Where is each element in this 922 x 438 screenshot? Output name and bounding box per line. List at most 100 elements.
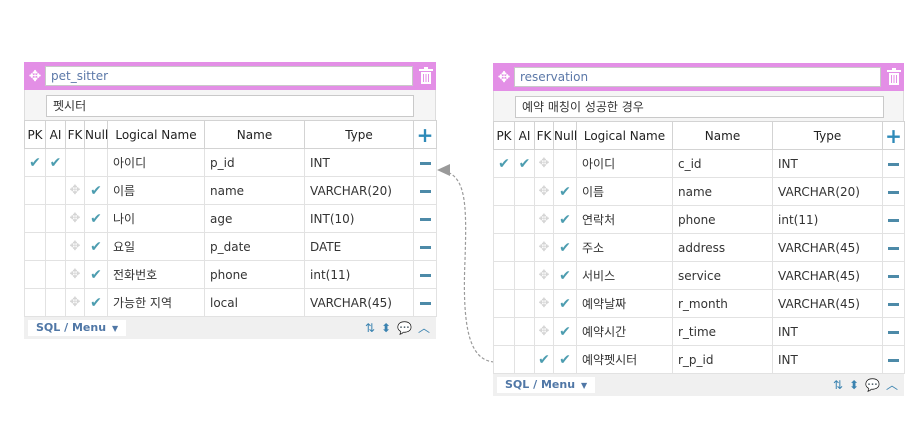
column-name-cell[interactable]: service [672,261,773,290]
minus-icon[interactable] [888,274,899,278]
type-cell[interactable]: DATE [304,232,414,261]
fk-cell[interactable]: ✥ [534,149,554,178]
table-row[interactable]: ✥ ✔ 이름 name VARCHAR(20) [24,176,437,205]
remove-column-button[interactable] [413,204,437,233]
add-column-button[interactable]: + [413,120,437,149]
ai-cell[interactable] [514,177,535,206]
type-cell[interactable]: INT [772,317,883,346]
table-row[interactable]: ✔ ✔ ✥ 아이디 c_id INT [493,149,905,178]
sort-az-icon[interactable]: ⇅ [833,377,843,393]
table-name-input[interactable]: pet_sitter [45,66,413,86]
table-row[interactable]: ✥ ✔ 예약날짜 r_month VARCHAR(45) [493,289,905,318]
null-cell[interactable]: ✔ [553,205,577,234]
fk-placeholder-icon[interactable]: ✥ [70,267,81,282]
null-cell[interactable]: ✔ [84,288,108,317]
fk-cell[interactable] [65,148,85,177]
table-row[interactable]: ✥ ✔ 서비스 service VARCHAR(45) [493,261,905,290]
null-cell[interactable]: ✔ [553,177,577,206]
column-name-cell[interactable]: name [672,177,773,206]
ai-cell[interactable] [514,345,535,374]
sort-az-icon[interactable]: ⇅ [365,320,375,336]
fk-placeholder-icon[interactable]: ✥ [70,239,81,254]
remove-column-button[interactable] [413,260,437,289]
column-name-cell[interactable]: r_time [672,317,773,346]
type-cell[interactable]: int(11) [304,260,414,289]
fk-cell[interactable]: ✥ [65,176,85,205]
null-cell[interactable]: ✔ [553,289,577,318]
logical-name-cell[interactable]: 서비스 [576,261,673,290]
null-check-icon[interactable]: ✔ [559,324,571,340]
plus-icon[interactable]: + [885,124,902,148]
fk-placeholder-icon[interactable]: ✥ [539,156,550,171]
fk-cell[interactable]: ✥ [534,317,554,346]
type-cell[interactable]: VARCHAR(45) [772,261,883,290]
move-icon[interactable]: ✥ [496,69,512,85]
minus-icon[interactable] [888,162,899,166]
type-cell[interactable]: INT [772,345,883,374]
fk-placeholder-icon[interactable]: ✥ [539,184,550,199]
type-cell[interactable]: VARCHAR(45) [304,288,414,317]
null-cell[interactable]: ✔ [553,261,577,290]
minus-icon[interactable] [419,161,431,165]
null-check-icon[interactable]: ✔ [559,240,571,256]
minus-icon[interactable] [888,218,899,222]
remove-column-button[interactable] [413,232,437,261]
pk-cell[interactable] [493,205,515,234]
fk-cell[interactable]: ✥ [534,177,554,206]
fk-cell[interactable]: ✥ [534,261,554,290]
reorder-arrows-icon[interactable]: ⬍ [381,320,391,336]
null-cell[interactable] [84,148,108,177]
fk-cell[interactable]: ✥ [65,204,85,233]
comment-icon[interactable]: 💬 [865,377,880,393]
remove-column-button[interactable] [882,205,905,234]
minus-icon[interactable] [419,189,431,193]
remove-column-button[interactable] [413,288,437,317]
logical-name-cell[interactable]: 예약시간 [576,317,673,346]
type-cell[interactable]: INT [772,149,883,178]
sql-menu-button[interactable]: SQL / Menu ▼ [28,320,127,336]
pk-cell[interactable] [493,289,515,318]
logical-name-cell[interactable]: 전화번호 [107,260,205,289]
null-check-icon[interactable]: ✔ [90,183,102,199]
column-name-cell[interactable]: p_id [204,148,305,177]
pk-check-icon[interactable]: ✔ [498,156,510,172]
ai-cell[interactable] [45,260,66,289]
column-name-cell[interactable]: address [672,233,773,262]
type-cell[interactable]: VARCHAR(20) [304,176,414,205]
fk-placeholder-icon[interactable]: ✥ [539,324,550,339]
pk-cell[interactable] [493,345,515,374]
comment-icon[interactable]: 💬 [397,320,412,336]
column-name-cell[interactable]: c_id [672,149,773,178]
table-comment-input[interactable]: 예약 매칭이 성공한 경우 [515,96,884,118]
null-check-icon[interactable]: ✔ [90,239,102,255]
remove-column-button[interactable] [413,148,437,177]
fk-placeholder-icon[interactable]: ✥ [539,212,550,227]
minus-icon[interactable] [888,246,899,250]
null-cell[interactable] [553,149,577,178]
type-cell[interactable]: int(11) [772,205,883,234]
ai-cell[interactable] [45,204,66,233]
table-row[interactable]: ✥ ✔ 예약시간 r_time INT [493,317,905,346]
ai-cell[interactable] [514,205,535,234]
column-name-cell[interactable]: local [204,288,305,317]
minus-icon[interactable] [419,245,431,249]
null-check-icon[interactable]: ✔ [90,295,102,311]
null-cell[interactable]: ✔ [84,204,108,233]
move-icon[interactable]: ✥ [27,68,43,84]
null-cell[interactable]: ✔ [84,176,108,205]
remove-column-button[interactable] [882,261,905,290]
logical-name-cell[interactable]: 아이디 [576,149,673,178]
fk-placeholder-icon[interactable]: ✥ [539,296,550,311]
remove-column-button[interactable] [882,149,905,178]
null-cell[interactable]: ✔ [84,260,108,289]
logical-name-cell[interactable]: 예약펫시터 [576,345,673,374]
pk-cell[interactable] [24,232,46,261]
add-column-button[interactable]: + [882,121,905,150]
collapse-icon[interactable]: ︿ [418,320,430,336]
type-cell[interactable]: INT [304,148,414,177]
type-cell[interactable]: VARCHAR(20) [772,177,883,206]
ai-check-icon[interactable]: ✔ [50,155,62,171]
ai-cell[interactable]: ✔ [45,148,66,177]
null-check-icon[interactable]: ✔ [559,268,571,284]
column-name-cell[interactable]: name [204,176,305,205]
